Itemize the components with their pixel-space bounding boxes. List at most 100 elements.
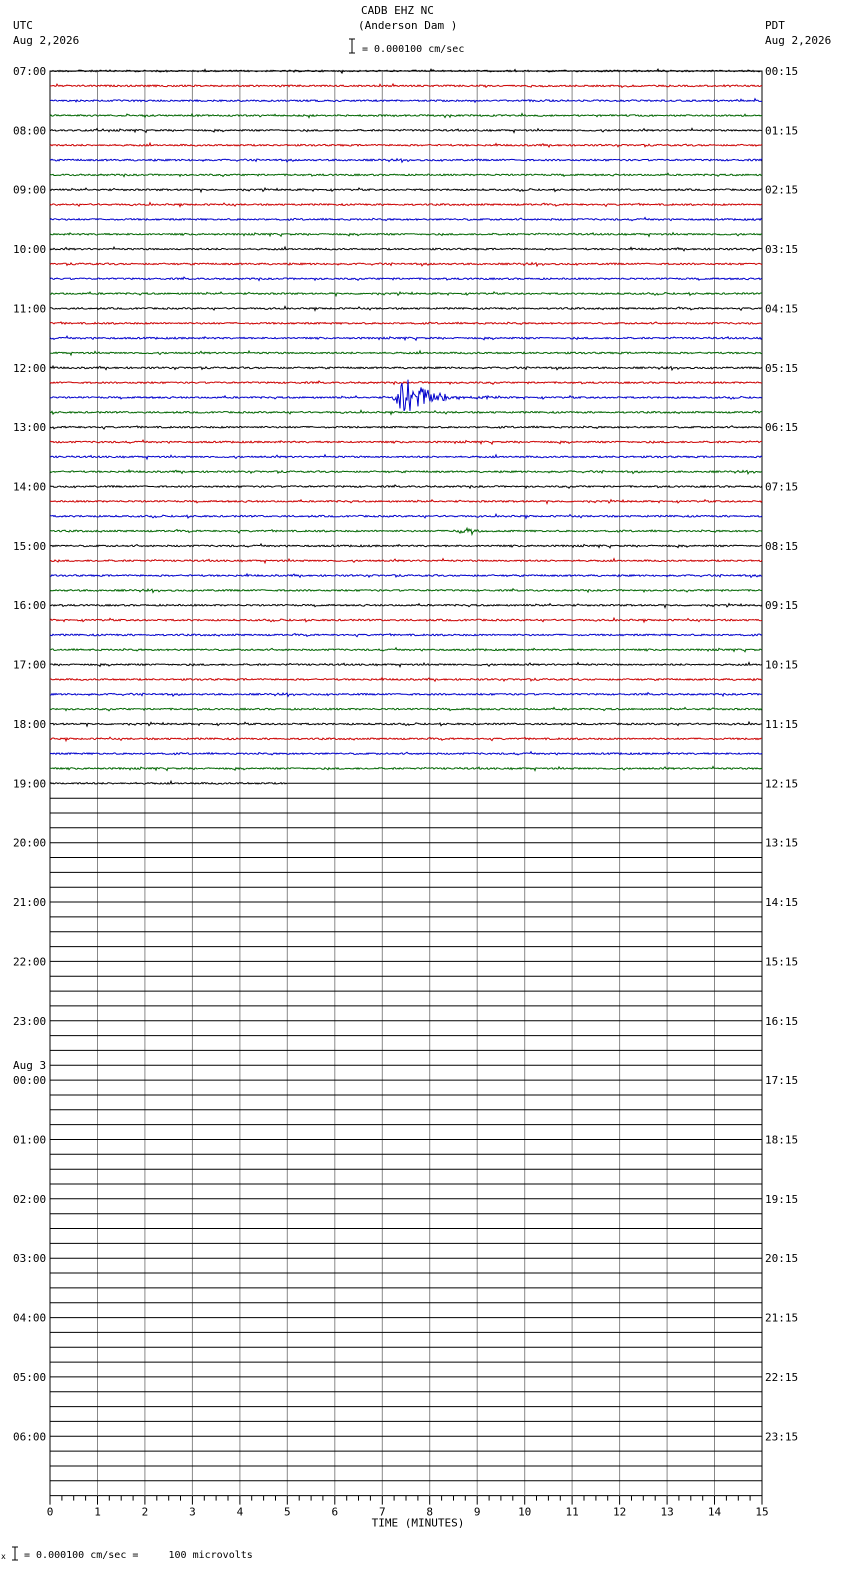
trace-row — [49, 409, 763, 416]
pdt-hour-label: 14:15 — [765, 896, 798, 909]
x-tick-label: 3 — [189, 1506, 196, 1519]
x-tick-label: 0 — [47, 1506, 54, 1519]
trace-row — [49, 498, 763, 506]
utc-hour-label: 13:00 — [13, 421, 46, 434]
x-tick-label: 11 — [565, 1506, 578, 1519]
scale-bar-icon — [349, 38, 355, 54]
trace-row — [49, 468, 763, 475]
utc-hour-label: 01:00 — [13, 1134, 46, 1147]
x-tick-label: 15 — [755, 1506, 768, 1519]
trace-row — [49, 290, 763, 298]
pdt-hour-label: 23:15 — [765, 1430, 798, 1443]
trace-row — [49, 335, 763, 342]
utc-hour-label: 07:00 — [13, 65, 46, 78]
utc-hour-label: 05:00 — [13, 1371, 46, 1384]
pdt-hour-label: 04:15 — [765, 302, 798, 315]
footer-scale-icon — [12, 1546, 18, 1561]
pdt-hour-label: 21:15 — [765, 1312, 798, 1325]
x-tick-label: 2 — [142, 1506, 149, 1519]
utc-hour-label: 04:00 — [13, 1312, 46, 1325]
utc-hour-label: 00:00 — [13, 1074, 46, 1087]
trace-row — [49, 602, 763, 609]
utc-hour-label: 18:00 — [13, 718, 46, 731]
x-tick-label: 5 — [284, 1506, 291, 1519]
date-change-label: Aug 3 — [13, 1059, 46, 1072]
pdt-hour-label: 16:15 — [765, 1015, 798, 1028]
trace-row — [49, 364, 763, 372]
pdt-hour-label: 00:15 — [765, 65, 798, 78]
trace-row — [49, 646, 763, 653]
utc-hour-label: 19:00 — [13, 777, 46, 790]
utc-hour-label: 12:00 — [13, 362, 46, 375]
pdt-hour-label: 22:15 — [765, 1371, 798, 1384]
pdt-hour-label: 12:15 — [765, 777, 798, 790]
trace-row — [49, 587, 763, 594]
utc-hour-label: 02:00 — [13, 1193, 46, 1206]
utc-hour-label: 16:00 — [13, 599, 46, 612]
trace-row — [49, 349, 763, 357]
trace-row — [49, 542, 763, 549]
pdt-hour-label: 09:15 — [765, 599, 798, 612]
pdt-hour-label: 02:15 — [765, 184, 798, 197]
utc-hour-label: 22:00 — [13, 955, 46, 968]
footer-prefix: x — [1, 1552, 6, 1561]
pdt-hour-label: 10:15 — [765, 659, 798, 672]
trace-row — [49, 706, 763, 712]
x-tick-label: 1 — [94, 1506, 101, 1519]
trace-row — [49, 676, 763, 683]
utc-hour-label: 10:00 — [13, 243, 46, 256]
utc-hour-label: 21:00 — [13, 896, 46, 909]
trace-row — [49, 231, 763, 238]
trace-row — [49, 691, 763, 698]
pdt-hour-label: 19:15 — [765, 1193, 798, 1206]
trace-row — [50, 572, 763, 579]
pdt-hour-label: 08:15 — [765, 540, 798, 553]
utc-hour-label: 17:00 — [13, 659, 46, 672]
x-tick-label: 10 — [518, 1506, 531, 1519]
x-tick-label: 4 — [237, 1506, 244, 1519]
trace-row — [49, 82, 763, 89]
pdt-hour-label: 17:15 — [765, 1074, 798, 1087]
utc-hour-label: 08:00 — [13, 124, 46, 137]
x-tick-label: 6 — [331, 1506, 338, 1519]
trace-row — [49, 632, 763, 638]
trace-row — [49, 321, 763, 326]
trace-row — [49, 305, 763, 312]
x-tick-label: 12 — [613, 1506, 626, 1519]
pdt-hour-label: 20:15 — [765, 1252, 798, 1265]
trace-row — [49, 453, 763, 461]
trace-row — [49, 380, 763, 386]
x-axis-label: TIME (MINUTES) — [372, 1517, 465, 1530]
utc-hour-label: 23:00 — [13, 1015, 46, 1028]
trace-row — [49, 201, 763, 208]
trace-row — [49, 245, 763, 252]
trace-row — [49, 484, 763, 490]
pdt-hour-label: 11:15 — [765, 718, 798, 731]
trace-row — [49, 141, 763, 148]
x-tick-label: 13 — [660, 1506, 673, 1519]
utc-hour-label: 20:00 — [13, 837, 46, 850]
trace-row — [49, 661, 763, 669]
pdt-hour-label: 18:15 — [765, 1134, 798, 1147]
trace-row — [49, 276, 763, 282]
trace-row — [49, 750, 763, 756]
trace-row — [49, 112, 763, 119]
trace-row — [49, 127, 762, 134]
x-tick-label: 9 — [474, 1506, 481, 1519]
utc-hour-label: 09:00 — [13, 184, 46, 197]
trace-row — [49, 616, 763, 624]
trace-row — [49, 557, 763, 565]
utc-hour-label: 06:00 — [13, 1430, 46, 1443]
pdt-hour-label: 06:15 — [765, 421, 798, 434]
utc-hour-label: 03:00 — [13, 1252, 46, 1265]
pdt-hour-label: 07:15 — [765, 481, 798, 494]
trace-row — [49, 425, 763, 430]
trace-row — [49, 172, 763, 178]
pdt-hour-label: 15:15 — [765, 955, 798, 968]
trace-row — [49, 720, 763, 728]
footer-calibration: = 0.000100 cm/sec = 100 microvolts — [24, 1550, 253, 1561]
trace-row — [49, 439, 762, 446]
pdt-hour-label: 05:15 — [765, 362, 798, 375]
trace-row — [49, 526, 763, 537]
trace-row — [50, 512, 763, 520]
